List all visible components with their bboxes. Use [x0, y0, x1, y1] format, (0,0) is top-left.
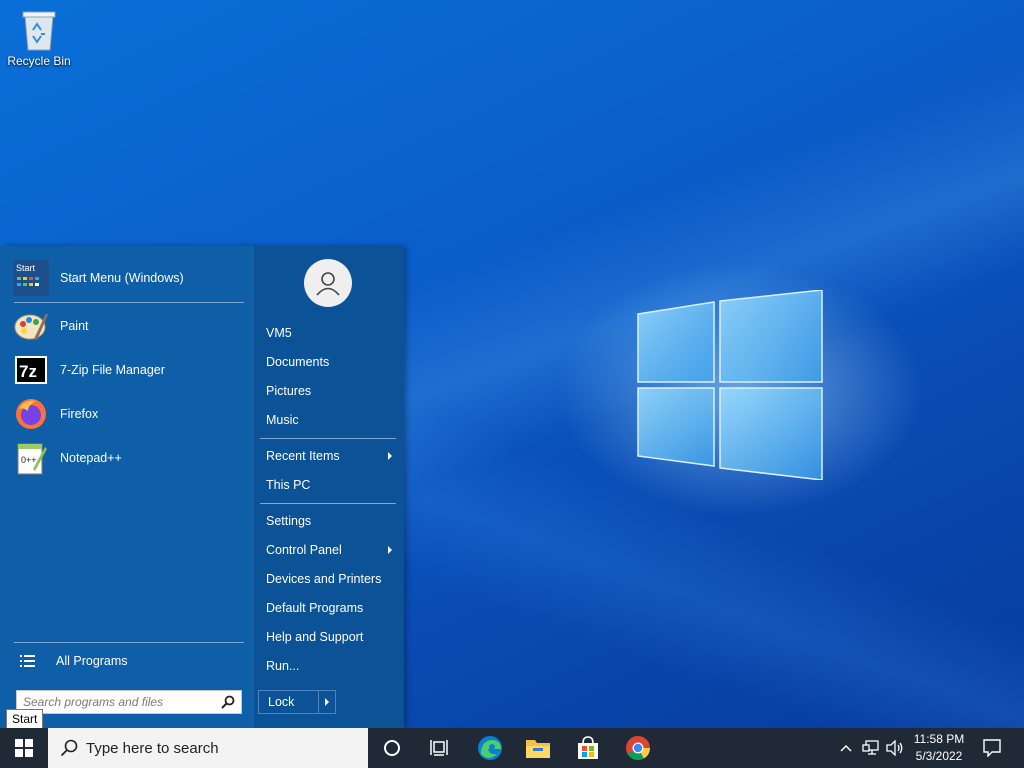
- volume-tray-button[interactable]: [884, 728, 906, 768]
- lock-options-arrow-icon[interactable]: [325, 698, 329, 706]
- separator: [14, 642, 244, 643]
- pinned-start-menu-windows[interactable]: Start Start Menu (Windows): [12, 258, 248, 298]
- user-avatar[interactable]: [304, 259, 352, 307]
- right-item-label: Pictures: [266, 384, 312, 398]
- taskbar-search-box[interactable]: Type here to search: [48, 728, 368, 768]
- pinned-7zip[interactable]: 7z 7-Zip File Manager: [12, 350, 248, 390]
- taskbar-search-placeholder: Type here to search: [86, 739, 219, 757]
- right-item-label: Devices and Printers: [266, 572, 382, 586]
- store-bag-icon: [578, 736, 598, 759]
- lock-divider: [318, 691, 319, 713]
- notepadpp-icon: 0++: [12, 439, 50, 477]
- action-center-button[interactable]: [974, 728, 1010, 768]
- right-item-recent-items[interactable]: Recent Items: [266, 445, 398, 467]
- network-tray-button[interactable]: [860, 728, 882, 768]
- 7zip-icon: 7z: [12, 351, 50, 389]
- start-button[interactable]: [0, 728, 48, 768]
- all-programs-label: All Programs: [56, 654, 128, 668]
- user-icon: [316, 272, 340, 296]
- recycle-bin-icon: [22, 11, 56, 51]
- chrome-icon: [626, 736, 650, 761]
- pinned-label: Paint: [60, 319, 89, 333]
- edge-taskbar-button[interactable]: [466, 728, 514, 768]
- pinned-firefox[interactable]: Firefox: [12, 394, 248, 434]
- right-item-label: Recent Items: [266, 449, 340, 463]
- separator: [14, 302, 244, 303]
- network-icon: [862, 740, 879, 755]
- right-item-label: VM5: [266, 326, 292, 340]
- cortana-button[interactable]: [368, 728, 416, 768]
- chevron-up-icon: [840, 744, 852, 752]
- right-item-label: Help and Support: [266, 630, 364, 644]
- task-view-icon: [430, 740, 448, 756]
- windows-start-icon: [15, 739, 33, 757]
- pinned-label: Start Menu (Windows): [60, 271, 184, 285]
- right-item-this-pc[interactable]: This PC: [266, 474, 398, 496]
- folder-icon: [526, 740, 550, 758]
- right-item-label: Control Panel: [266, 543, 342, 557]
- file-explorer-taskbar-button[interactable]: [514, 728, 562, 768]
- right-item-user[interactable]: VM5: [266, 322, 398, 344]
- paint-icon: [12, 307, 50, 345]
- right-item-documents[interactable]: Documents: [266, 351, 398, 373]
- right-item-control-panel[interactable]: Control Panel: [266, 539, 398, 561]
- separator: [260, 438, 396, 439]
- right-item-default-programs[interactable]: Default Programs: [266, 597, 398, 619]
- clock-date: 5/3/2022: [915, 749, 963, 763]
- separator: [260, 503, 396, 504]
- chrome-taskbar-button[interactable]: [614, 728, 662, 768]
- search-icon[interactable]: [221, 695, 235, 709]
- right-item-settings[interactable]: Settings: [266, 510, 398, 532]
- right-item-label: Run...: [266, 659, 300, 673]
- start-tooltip: Start: [6, 709, 44, 729]
- right-item-help-support[interactable]: Help and Support: [266, 626, 398, 648]
- list-icon: [20, 655, 35, 667]
- start-search-box[interactable]: [16, 690, 242, 714]
- right-item-label: Settings: [266, 514, 312, 528]
- recycle-bin-shortcut[interactable]: Recycle Bin: [6, 6, 72, 68]
- 7zip-icon-text: 7z: [19, 362, 37, 381]
- speaker-icon: [886, 740, 903, 756]
- lock-label: Lock: [268, 695, 295, 709]
- windows-wallpaper-logo: [637, 290, 823, 480]
- cortana-circle-icon: [384, 740, 400, 756]
- lock-button[interactable]: Lock: [258, 690, 336, 714]
- task-view-button[interactable]: [416, 728, 464, 768]
- submenu-arrow-icon: [388, 452, 392, 460]
- pinned-label: Notepad++: [60, 451, 122, 465]
- notepad-icon-text: 0++: [21, 455, 37, 465]
- search-icon: [60, 739, 78, 757]
- start-menu-app-icon: Start: [12, 259, 50, 297]
- start-menu-left-pane: Start Start Menu (Windows) Paint 7z 7-Zi…: [0, 246, 254, 728]
- notification-icon: [983, 739, 1001, 757]
- taskbar-clock[interactable]: 11:58 PM 5/3/2022: [906, 731, 972, 765]
- right-item-music[interactable]: Music: [266, 409, 398, 431]
- start-icon-text: Start: [16, 263, 36, 273]
- clock-time: 11:58 PM: [913, 732, 965, 746]
- start-search-input[interactable]: [17, 692, 219, 712]
- right-item-label: Music: [266, 413, 299, 427]
- recycle-bin-label: Recycle Bin: [7, 54, 71, 68]
- all-programs-button[interactable]: All Programs: [14, 648, 246, 674]
- right-item-label: Documents: [266, 355, 330, 369]
- right-item-label: This PC: [266, 478, 311, 492]
- firefox-icon: [12, 395, 50, 433]
- pinned-label: Firefox: [60, 407, 99, 421]
- pinned-paint[interactable]: Paint: [12, 306, 248, 346]
- right-item-label: Default Programs: [266, 601, 364, 615]
- pinned-label: 7-Zip File Manager: [60, 363, 165, 377]
- start-menu: Start Start Menu (Windows) Paint 7z 7-Zi…: [0, 246, 404, 728]
- edge-icon: [478, 736, 502, 760]
- right-item-devices-printers[interactable]: Devices and Printers: [266, 568, 398, 590]
- submenu-arrow-icon: [388, 546, 392, 554]
- start-menu-right-pane: VM5 Documents Pictures Music Recent Item…: [254, 246, 404, 728]
- taskbar: Type here to search 11:58 PM 5/3/2022: [0, 728, 1024, 768]
- pinned-notepadpp[interactable]: 0++ Notepad++: [12, 438, 248, 478]
- right-item-run[interactable]: Run...: [266, 655, 398, 677]
- show-hidden-icons-button[interactable]: [836, 728, 856, 768]
- right-item-pictures[interactable]: Pictures: [266, 380, 398, 402]
- store-taskbar-button[interactable]: [564, 728, 612, 768]
